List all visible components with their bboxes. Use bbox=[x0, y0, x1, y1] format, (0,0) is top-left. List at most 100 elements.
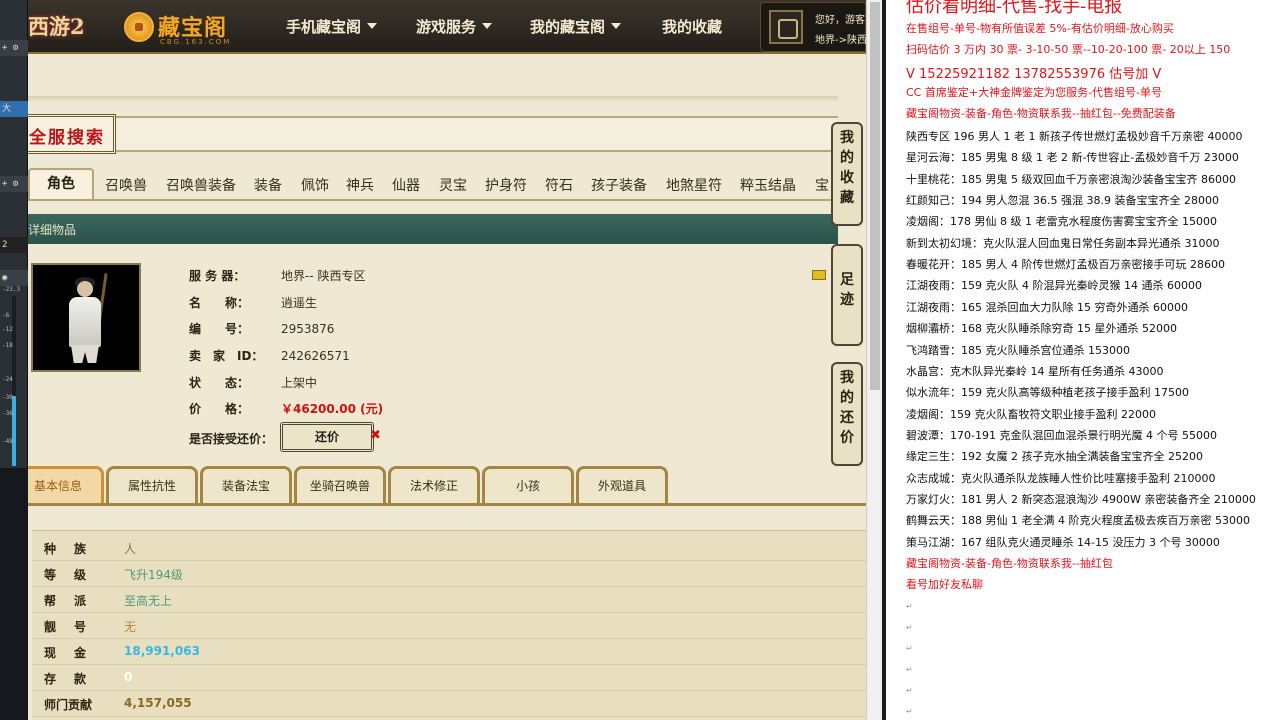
field-price: 价 格： ￥46200.00 (元) bbox=[189, 400, 383, 417]
user-server[interactable]: 地界->陕西 bbox=[815, 31, 866, 46]
attr-row-level: 等级 飞升194级 bbox=[32, 561, 866, 587]
page-scrollbar[interactable] bbox=[866, 0, 882, 720]
side-tab-footprint[interactable]: 足迹 bbox=[831, 244, 863, 346]
nav-mobile-cbg[interactable]: 手机藏宝阁 bbox=[286, 16, 378, 37]
avatar[interactable] bbox=[769, 10, 803, 44]
tab-jade-crystal[interactable]: 粹玉结晶 bbox=[740, 175, 796, 195]
paragraph-mark: ↵ bbox=[906, 707, 913, 716]
field-value: 2953876 bbox=[281, 322, 335, 336]
tab-role[interactable]: 角色 bbox=[28, 168, 94, 200]
field-counter-offer: 是否接受还价： bbox=[189, 430, 273, 447]
cbg-logo[interactable]: 藏宝阁 CBG.163.COM bbox=[124, 8, 234, 48]
tab-accessory[interactable]: 佩饰 bbox=[301, 175, 329, 195]
mixer-tick: -18 bbox=[2, 342, 13, 349]
mixer-channel-label-2: 2 bbox=[0, 237, 28, 253]
mixer-channel-label[interactable]: 大 bbox=[0, 101, 28, 117]
field-label: 是否接受还价： bbox=[189, 432, 274, 446]
promo-line: 看号加好友私聊 bbox=[906, 578, 983, 592]
cbg-logo-subtext: CBG.163.COM bbox=[160, 38, 232, 46]
attr-value: 人 bbox=[124, 542, 137, 556]
listing-line: 星河云海：185 男鬼 8 级 1 老 2 新-传世容止-孟极妙音千万 2300… bbox=[906, 151, 1239, 165]
paragraph-mark: ↵ bbox=[906, 602, 913, 611]
nav-my-favorites[interactable]: 我的收藏 bbox=[662, 16, 722, 37]
field-value: 上架中 bbox=[281, 376, 318, 390]
side-tab-my-favorites[interactable]: 我的收藏 bbox=[831, 122, 863, 226]
mixer-tick: -23.3 bbox=[2, 286, 21, 293]
chevron-down-icon bbox=[482, 23, 493, 29]
attr-label: 帮派 bbox=[44, 594, 105, 608]
side-tab-label: 足迹 bbox=[840, 272, 854, 308]
nav-game-service[interactable]: 游戏服务 bbox=[416, 16, 493, 37]
attr-row-race: 种族 人 bbox=[32, 535, 866, 561]
attr-label: 现金 bbox=[44, 646, 105, 660]
field-server: 服 务 器： 地界-- 陕西专区 bbox=[189, 267, 365, 284]
all-server-search-badge[interactable]: 全服搜索 bbox=[28, 114, 116, 154]
tab-pet-equipment[interactable]: 召唤兽装备 bbox=[166, 175, 236, 195]
search-badge-text: 全服搜索 bbox=[29, 128, 105, 148]
paragraph-mark: ↵ bbox=[906, 644, 913, 653]
tabs-underline bbox=[28, 199, 838, 201]
tab-treasure-more[interactable]: 宝 bbox=[815, 175, 829, 195]
tab-pet[interactable]: 召唤兽 bbox=[105, 175, 147, 195]
listing-line: 红颜知己：194 男人忽混 36.5 强混 38.9 装备宝宝齐全 28000 bbox=[906, 194, 1219, 208]
mixer-add-button-2[interactable]: + ⚙ bbox=[0, 176, 28, 192]
tab-equipment[interactable]: 装备 bbox=[254, 175, 282, 195]
tab-attributes[interactable]: 属性抗性 bbox=[106, 466, 198, 504]
tab-appearance-items[interactable]: 外观道具 bbox=[576, 466, 668, 504]
attr-value: 至高无上 bbox=[124, 594, 173, 608]
close-icon: ✖ bbox=[370, 428, 381, 443]
mixer-channel-text-2: 2 bbox=[2, 240, 8, 250]
nav-my-cbg[interactable]: 我的藏宝阁 bbox=[530, 16, 622, 37]
field-label: 状 态： bbox=[189, 376, 250, 390]
listing-line: 策马江湖：167 组队克火通灵睡杀 14-15 没压力 3 个号 30000 bbox=[906, 535, 1220, 549]
tab-divine-weapon[interactable]: 神兵 bbox=[346, 175, 374, 195]
attr-label: 存款 bbox=[44, 672, 105, 686]
mixer-tick: -36 bbox=[2, 410, 13, 417]
attr-label: 靓号 bbox=[44, 620, 105, 634]
field-name: 名 称： 逍遥生 bbox=[189, 294, 317, 311]
search-bar[interactable] bbox=[28, 116, 838, 152]
listing-line: 缘定三生：192 女魔 2 孩子克水抽全满装备宝宝齐全 25200 bbox=[906, 450, 1203, 464]
listing-line: 春暖花开：185 男人 4 阶传世燃灯孟极百万亲密接手可玩 28600 bbox=[906, 258, 1225, 272]
tab-child-equipment[interactable]: 孩子装备 bbox=[591, 175, 647, 195]
tab-mount-pet[interactable]: 坐骑召唤兽 bbox=[294, 466, 386, 504]
user-info-box[interactable]: 您好，游客 地界->陕西 bbox=[760, 2, 866, 52]
tab-child[interactable]: 小孩 bbox=[482, 466, 574, 504]
field-label: 价 格： bbox=[189, 402, 250, 416]
tab-equipment-treasure[interactable]: 装备法宝 bbox=[200, 466, 292, 504]
game-logo[interactable]: 西游2 bbox=[28, 8, 98, 46]
tab-fairy-item[interactable]: 仙器 bbox=[392, 175, 420, 195]
mixer-mute-icon[interactable]: ◉ bbox=[0, 270, 28, 286]
listing-line: 万家灯火：181 男人 2 新突态混浪淘沙 4900W 亲密装备齐全 21000… bbox=[906, 492, 1256, 506]
audio-mixer-panel: + ⚙ 大 + ⚙ 2 ◉ -23.3 -6 -12 -18 -24 -30 -… bbox=[0, 0, 28, 468]
listing-line: 碧波潭：170-191 克金队混回血混杀景行明光魔 4 个号 55000 bbox=[906, 428, 1217, 442]
field-label: 名 称： bbox=[189, 296, 250, 310]
scrollbar-thumb[interactable] bbox=[870, 2, 880, 390]
tab-amulet[interactable]: 护身符 bbox=[485, 175, 527, 195]
tab-spirit-treasure[interactable]: 灵宝 bbox=[439, 175, 467, 195]
tab-runestone[interactable]: 符石 bbox=[545, 175, 573, 195]
side-tab-my-counter-offers[interactable]: 我的还价 bbox=[831, 362, 863, 466]
field-status: 状 态： 上架中 bbox=[189, 374, 317, 391]
mixer-add-button[interactable]: + ⚙ bbox=[0, 40, 28, 56]
notes-document: 估价看明细-代售-找手-电报 在售组号-单号-物有所值误差 5%-有估价明细-放… bbox=[886, 0, 1280, 720]
field-value: 地界-- 陕西专区 bbox=[281, 269, 366, 283]
character-portrait bbox=[31, 263, 141, 372]
folder-icon[interactable] bbox=[812, 270, 826, 280]
top-navigation-bar: 西游2 藏宝阁 CBG.163.COM 手机藏宝阁 游戏服务 我的藏宝阁 我的收… bbox=[28, 0, 866, 54]
tab-basic-info[interactable]: 基本信息 bbox=[28, 466, 104, 504]
attr-label: 种族 bbox=[44, 542, 105, 556]
search-divider bbox=[28, 96, 838, 102]
detail-section-header: 详细物品 bbox=[28, 214, 838, 244]
side-tab-label: 我的收藏 bbox=[840, 130, 854, 206]
counter-offer-button[interactable]: 还价 bbox=[280, 422, 374, 452]
nav-label: 我的收藏 bbox=[662, 18, 723, 36]
price-value: ￥46200.00 (元) bbox=[281, 402, 384, 416]
paragraph-mark: ↵ bbox=[906, 686, 913, 695]
field-value: 242626571 bbox=[281, 349, 350, 363]
character-legs bbox=[71, 345, 99, 363]
tab-star-talisman[interactable]: 地煞星符 bbox=[666, 175, 722, 195]
tab-spell-modifier[interactable]: 法术修正 bbox=[388, 466, 480, 504]
attr-row-savings: 存款 0 bbox=[32, 665, 866, 691]
promo-line: CC 首席鉴定+大神金牌鉴定为您服务-代售组号-单号 bbox=[906, 86, 1163, 99]
